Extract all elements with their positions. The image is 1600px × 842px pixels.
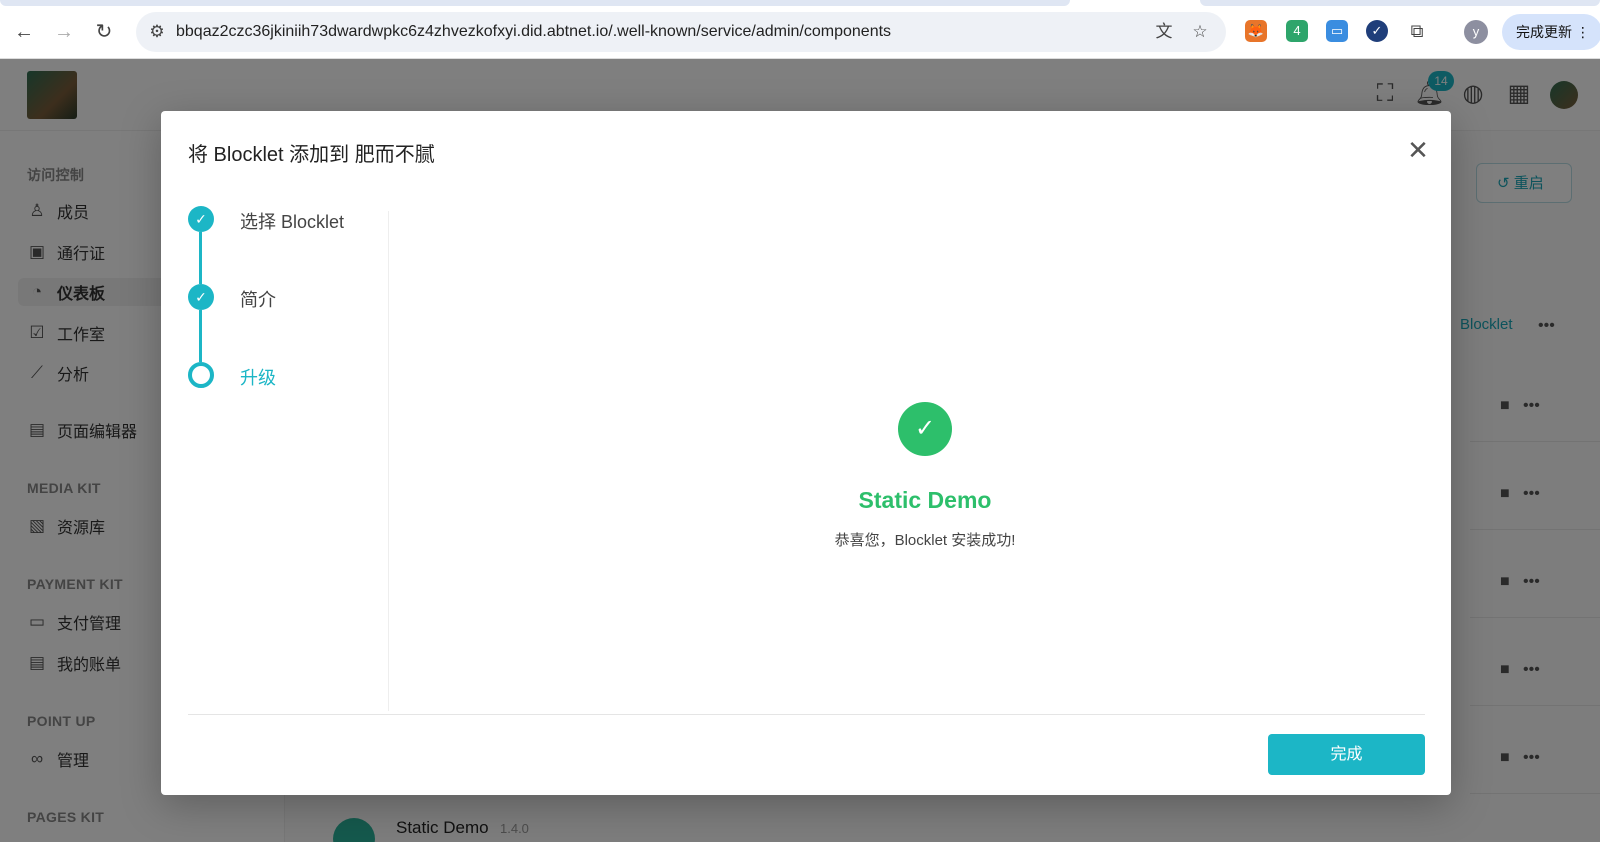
step-label: 选择 Blocklet: [240, 212, 345, 232]
current-step-circle: [188, 362, 214, 388]
done-button[interactable]: 完成: [1268, 734, 1425, 775]
puzzle-icon[interactable]: ⧉: [1406, 20, 1428, 42]
extension-4-icon[interactable]: 4: [1286, 20, 1308, 42]
back-icon[interactable]: ←: [10, 18, 38, 46]
bookmark-star-icon[interactable]: ☆: [1189, 21, 1211, 43]
check-extension-icon[interactable]: ✓: [1366, 20, 1388, 42]
success-check-icon: ✓: [898, 402, 952, 456]
inactive-tab[interactable]: [1200, 0, 1600, 6]
translate-icon[interactable]: 文: [1153, 21, 1175, 43]
stepper: ✓ 选择 Blocklet ✓ 简介 升级: [188, 206, 388, 506]
site-info-icon[interactable]: ⚙: [146, 21, 168, 43]
installed-app-name: Static Demo: [858, 487, 992, 513]
active-tab[interactable]: [0, 0, 1070, 6]
success-message: 恭喜您，Blocklet 安装成功!: [834, 532, 1016, 549]
check-icon: ✓: [188, 206, 214, 232]
url-text[interactable]: bbqaz2czc36jkiniih73dwardwpkc6z4zhvezkof…: [176, 23, 891, 41]
update-button[interactable]: 完成更新 ⋮: [1502, 14, 1600, 50]
vertical-divider: [388, 211, 389, 711]
check-icon: ✓: [188, 284, 214, 310]
step-connector: [199, 232, 202, 284]
menu-icon[interactable]: ⋮: [1576, 24, 1590, 40]
add-blocklet-dialog: 将 Blocklet 添加到 肥而不腻 ✕ ✓ 选择 Blocklet ✓ 简介…: [161, 111, 1451, 795]
dialog-title: 将 Blocklet 添加到 肥而不腻: [188, 144, 435, 166]
browser-chrome: ← → ↻ ⚙ bbqaz2czc36jkiniih73dwardwpkc6z4…: [0, 0, 1600, 59]
step-label-current: 升级: [240, 368, 276, 388]
reload-icon[interactable]: ↻: [90, 18, 118, 46]
update-label: 完成更新: [1516, 24, 1572, 40]
forward-icon[interactable]: →: [50, 18, 78, 46]
metamask-icon[interactable]: 🦊: [1245, 20, 1267, 42]
step-connector: [199, 310, 202, 362]
screen-icon[interactable]: ▭: [1326, 20, 1348, 42]
profile-avatar[interactable]: y: [1464, 20, 1488, 44]
step-label: 简介: [240, 290, 276, 310]
address-bar[interactable]: ⚙ bbqaz2czc36jkiniih73dwardwpkc6z4zhvezk…: [136, 12, 1226, 52]
close-icon[interactable]: ✕: [1403, 135, 1433, 165]
tab-strip: [0, 0, 1600, 7]
footer-divider: [188, 714, 1425, 715]
